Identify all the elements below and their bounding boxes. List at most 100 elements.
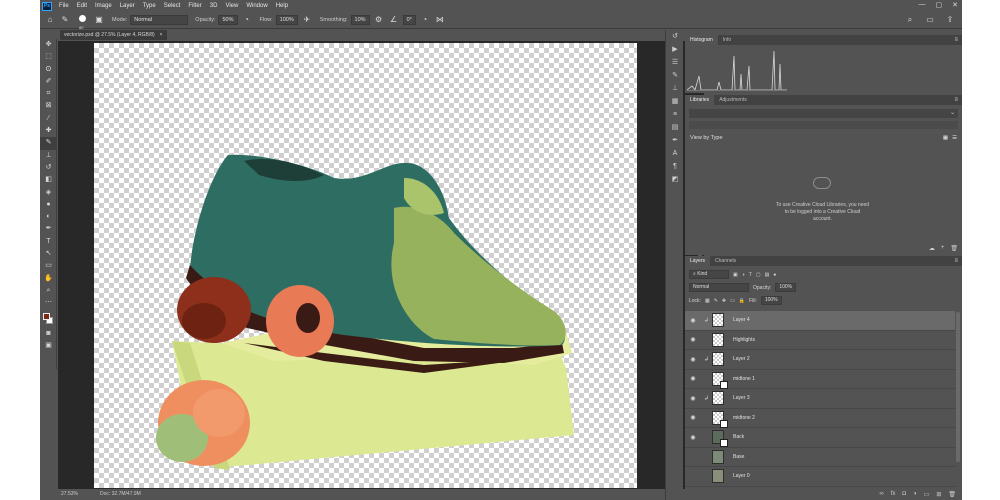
layer-row-midtone-2[interactable]: ◉ midtone 2	[685, 409, 955, 428]
layer-row-highlights[interactable]: ◉ Highlights	[685, 331, 955, 350]
screen-mode-icon[interactable]: ▣	[40, 340, 57, 352]
history-panel-icon[interactable]: ↺	[666, 30, 684, 43]
layer-mask-thumbnail[interactable]	[720, 419, 728, 428]
menu-filter[interactable]: Filter	[184, 3, 205, 9]
brush-settings-icon[interactable]: ▣	[93, 14, 105, 26]
filter-adjustment-icon[interactable]: ◑	[742, 272, 745, 278]
menu-help[interactable]: Help	[272, 3, 292, 9]
layer-mask-thumbnail[interactable]	[720, 380, 728, 389]
library-select[interactable]: ⌄	[689, 109, 958, 118]
lasso-tool-icon[interactable]: ʘ	[40, 64, 57, 76]
opacity-field[interactable]: 50%	[218, 15, 238, 25]
tab-info[interactable]: Info	[718, 35, 736, 45]
healing-brush-tool-icon[interactable]: ✚	[40, 125, 57, 137]
visibility-eye-icon[interactable]: ◉	[688, 395, 698, 402]
visibility-eye-icon[interactable]: ◉	[688, 414, 698, 421]
add-content-icon[interactable]: +	[941, 245, 945, 252]
new-layer-icon[interactable]: ⊞	[936, 491, 941, 498]
brush-tool-icon-active[interactable]: ✎	[40, 137, 57, 150]
menu-3d[interactable]: 3D	[206, 3, 222, 9]
styles-panel-icon[interactable]: ▤	[666, 121, 684, 134]
pressure-size-icon[interactable]: ◔	[419, 14, 431, 26]
swatches-panel-icon[interactable]: ▦	[666, 95, 684, 108]
filter-kind-select[interactable]: ⌕ Kind	[689, 270, 729, 279]
actions-panel-icon[interactable]: ▶	[666, 43, 684, 56]
type-tool-icon[interactable]: T	[40, 236, 57, 248]
zoom-level[interactable]: 27.53%	[61, 489, 78, 500]
visibility-eye-icon[interactable]: ◉	[688, 317, 698, 324]
libraries-menu-icon[interactable]: ≡	[954, 97, 958, 103]
smoothing-settings-gear-icon[interactable]: ⚙	[373, 14, 385, 26]
paragraph-panel-icon[interactable]: ¶	[666, 160, 684, 173]
visibility-eye-icon[interactable]: ◉	[688, 336, 698, 343]
menu-layer[interactable]: Layer	[116, 3, 139, 9]
layer-mask-thumbnail[interactable]	[720, 439, 728, 448]
tab-layers[interactable]: Layers	[685, 256, 711, 266]
filter-shape-icon[interactable]: ▢	[756, 272, 761, 278]
document-info[interactable]: Doc: 32.7M/47.9M	[100, 489, 141, 500]
lock-position-icon[interactable]: ✥	[722, 298, 726, 304]
pressure-opacity-icon[interactable]: ◔	[241, 14, 253, 26]
grid-view-icon[interactable]: ▦	[943, 135, 948, 141]
clone-stamp-tool-icon[interactable]: ⊥	[40, 150, 57, 162]
paths-panel-icon[interactable]: ✒	[666, 134, 684, 147]
delete-library-icon[interactable]: 🗑	[950, 245, 958, 252]
brush-preset-picker[interactable]: 80	[74, 14, 90, 30]
menu-window[interactable]: Window	[242, 3, 271, 9]
library-search-input[interactable]	[689, 121, 958, 129]
mode-select[interactable]: Normal	[130, 15, 189, 25]
canvas[interactable]	[94, 43, 637, 488]
path-selection-tool-icon[interactable]: ↖	[40, 248, 57, 260]
eraser-tool-icon[interactable]: ◧	[40, 174, 57, 186]
new-group-icon[interactable]: ▭	[924, 491, 930, 498]
delete-layer-icon[interactable]: 🗑	[948, 491, 956, 498]
visibility-eye-icon[interactable]: ◉	[688, 434, 698, 441]
layer-row-midtone-1[interactable]: ◉ midtone 1	[685, 370, 955, 389]
panel-menu-icon[interactable]: ≡	[954, 37, 958, 43]
cloud-sync-icon[interactable]: ☁	[929, 245, 935, 252]
layer-row-layer-0[interactable]: Layer 0	[685, 467, 955, 487]
tab-libraries[interactable]: Libraries	[685, 95, 715, 105]
crop-tool-icon[interactable]: ⌗	[40, 88, 57, 100]
layer-opacity-field[interactable]: 100%	[775, 283, 797, 292]
clone-source-panel-icon[interactable]: ⊥	[666, 82, 684, 95]
maximize-icon[interactable]: ▢	[936, 1, 943, 9]
brush-tool-icon[interactable]: ✎	[59, 14, 71, 26]
filter-pixel-icon[interactable]: ▣	[733, 272, 738, 278]
lock-transparency-icon[interactable]: ▦	[705, 298, 710, 304]
symmetry-icon[interactable]: ⋈	[434, 14, 446, 26]
lock-artboard-icon[interactable]: ▭	[730, 298, 735, 304]
3d-panel-icon[interactable]: ◩	[666, 173, 684, 186]
add-mask-icon[interactable]: ◘	[902, 491, 906, 497]
workspace-icon[interactable]: ▭	[924, 14, 936, 26]
close-window-icon[interactable]: ✕	[952, 1, 958, 9]
document-tab[interactable]: vectorize.psd @ 27.5% (Layer 4, RGB/8) ×	[60, 30, 167, 40]
tab-histogram[interactable]: Histogram	[685, 35, 718, 45]
zoom-tool-icon[interactable]: ⌕	[40, 285, 57, 297]
blur-tool-icon[interactable]: ●	[40, 199, 57, 211]
menu-image[interactable]: Image	[91, 3, 116, 9]
tab-channels[interactable]: Channels	[710, 256, 741, 266]
layer-style-icon[interactable]: fx	[891, 491, 896, 497]
smoothing-field[interactable]: 10%	[350, 15, 370, 25]
view-by-type-select[interactable]: View by Type	[690, 135, 723, 141]
angle-field[interactable]: 0°	[402, 15, 416, 25]
minimize-icon[interactable]: —	[919, 1, 926, 9]
menu-select[interactable]: Select	[160, 3, 185, 9]
home-icon[interactable]: ⌂	[44, 14, 56, 26]
layer-row-base[interactable]: Base	[685, 448, 955, 467]
properties-panel-icon[interactable]: ☰	[666, 56, 684, 69]
layer-row-back[interactable]: ◉ Back	[685, 428, 955, 448]
link-layers-icon[interactable]: ∞	[879, 491, 883, 497]
menu-type[interactable]: Type	[139, 3, 160, 9]
history-brush-tool-icon[interactable]: ↺	[40, 162, 57, 174]
rectangle-tool-icon[interactable]: ▭	[40, 260, 57, 272]
pen-tool-icon[interactable]: ✒	[40, 223, 57, 235]
close-document-icon[interactable]: ×	[160, 30, 163, 40]
quick-select-tool-icon[interactable]: ✐	[40, 76, 57, 88]
menu-view[interactable]: View	[221, 3, 242, 9]
lock-all-icon[interactable]: 🔒	[739, 298, 745, 304]
layers-menu-icon[interactable]: ≡	[954, 258, 958, 264]
quick-mask-icon[interactable]: ◙	[40, 328, 57, 340]
share-icon[interactable]: ⇪	[944, 14, 956, 26]
